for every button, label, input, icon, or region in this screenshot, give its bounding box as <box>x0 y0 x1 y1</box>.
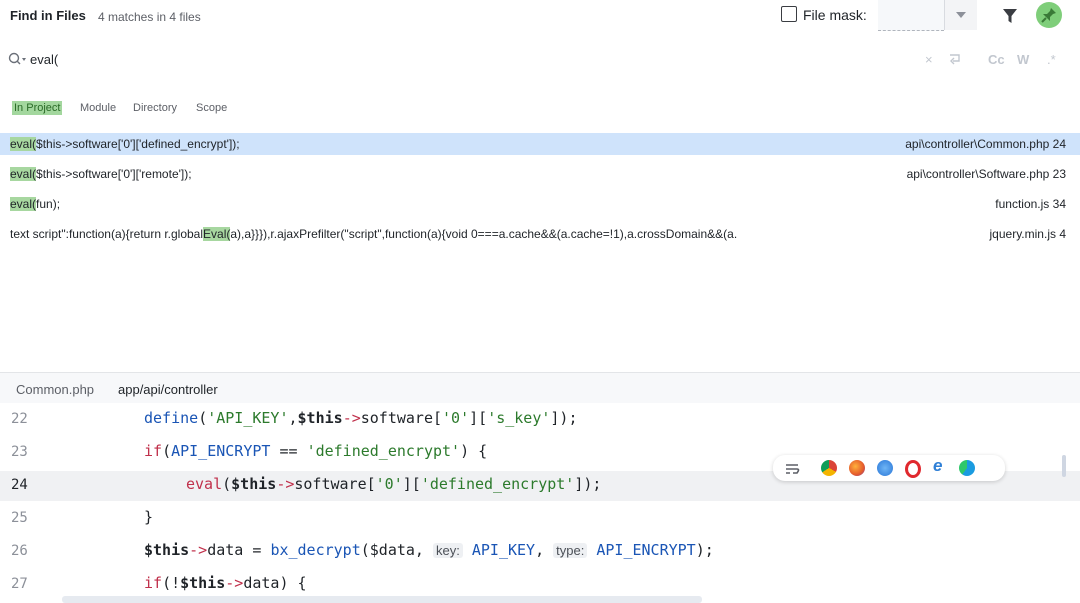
safari-icon[interactable] <box>877 460 893 476</box>
result-code: eval(fun); <box>10 197 60 211</box>
preview-file-path: app/api/controller <box>118 382 218 397</box>
result-code: eval($this->software['0']['defined_encry… <box>10 137 240 151</box>
ie-icon[interactable]: e <box>933 456 949 475</box>
line-number: 25 <box>11 510 28 526</box>
result-text: text script":function(a){return r.global <box>10 227 204 241</box>
vertical-scrollbar[interactable] <box>1062 455 1066 477</box>
scope-label: Directory <box>133 102 178 114</box>
result-location: api\controller\Software.php 23 <box>906 167 1066 181</box>
pin-icon <box>1041 8 1056 23</box>
scope-scope[interactable]: Scope <box>194 101 229 115</box>
search-input[interactable]: eval( <box>30 52 58 67</box>
browser-preview-toolbar: e <box>773 455 1005 481</box>
scope-module[interactable]: Module <box>78 101 118 115</box>
file-mask-checkbox[interactable] <box>781 6 797 22</box>
result-row[interactable]: eval($this->software['0']['defined_encry… <box>0 133 1080 155</box>
line-code: define('API_KEY',$this->software['0']['s… <box>144 409 578 427</box>
find-in-files-header: Find in Files 4 matches in 4 files File … <box>0 0 1080 32</box>
result-location: function.js 34 <box>995 197 1066 211</box>
firefox-icon[interactable] <box>849 460 865 476</box>
clear-icon[interactable]: × <box>925 52 933 67</box>
wrap-icon[interactable] <box>948 52 962 69</box>
code-line: 25 } <box>0 504 1080 534</box>
line-number: 24 <box>11 477 28 493</box>
result-row[interactable]: eval(fun); function.js 34 <box>0 193 1080 215</box>
whole-words-toggle[interactable]: W <box>1017 52 1029 67</box>
file-mask-input[interactable] <box>878 0 944 31</box>
line-number: 23 <box>11 444 28 460</box>
result-location: jquery.min.js 4 <box>987 227 1066 241</box>
scope-label: In Project <box>14 102 61 114</box>
result-code: text script":function(a){return r.global… <box>10 227 737 241</box>
match-highlight: eval( <box>10 137 37 151</box>
line-number: 27 <box>11 576 28 592</box>
scope-label: Module <box>80 102 117 114</box>
result-location: api\controller\Common.php 24 <box>905 137 1066 151</box>
horizontal-scrollbar[interactable] <box>62 596 702 603</box>
line-number: 22 <box>11 411 28 427</box>
code-line: 22 define('API_KEY',$this->software['0']… <box>0 405 1080 435</box>
file-mask-label[interactable]: File mask: <box>803 7 867 23</box>
pin-button[interactable] <box>1036 2 1062 28</box>
line-code: eval($this->software['0']['defined_encry… <box>186 475 602 493</box>
match-count: 4 matches in 4 files <box>98 10 201 24</box>
result-text: $this->software['0']['remote']); <box>36 167 192 181</box>
line-code: if(API_ENCRYPT == 'defined_encrypt') { <box>144 442 488 460</box>
result-text: fun); <box>36 197 61 211</box>
line-code: if(!$this->data) { <box>144 574 307 592</box>
scope-label: Scope <box>196 102 228 114</box>
dialog-title: Find in Files <box>10 8 86 23</box>
result-code: eval($this->software['0']['remote']); <box>10 167 192 181</box>
chevron-down-icon <box>956 12 966 18</box>
param-hint: type: <box>553 543 588 558</box>
line-code: $this->data = bx_decrypt($data, key: API… <box>144 541 714 559</box>
wrap-icon[interactable] <box>785 462 801 474</box>
file-mask-dropdown[interactable] <box>944 0 977 30</box>
result-row[interactable]: eval($this->software['0']['remote']); ap… <box>0 163 1080 185</box>
edge-icon[interactable] <box>959 460 975 476</box>
code-preview-editor[interactable]: 22 define('API_KEY',$this->software['0']… <box>0 403 1080 603</box>
regex-toggle[interactable]: .* <box>1047 52 1056 67</box>
result-text: $this->software['0']['defined_encrypt'])… <box>36 137 240 151</box>
result-text: a),a}}}),r.ajaxPrefilter("script",functi… <box>230 227 738 241</box>
match-case-toggle[interactable]: Cc <box>988 52 1005 67</box>
filter-icon[interactable] <box>1001 7 1019 25</box>
opera-icon[interactable] <box>905 460 921 478</box>
match-highlight: Eval( <box>203 227 231 241</box>
code-line: 26 $this->data = bx_decrypt($data, key: … <box>0 537 1080 567</box>
preview-header: Common.php app/api/controller <box>0 372 1080 404</box>
chrome-icon[interactable] <box>821 460 837 476</box>
preview-file-name: Common.php <box>16 382 95 397</box>
line-number: 26 <box>11 543 28 559</box>
result-row[interactable]: text script":function(a){return r.global… <box>0 223 1080 245</box>
match-highlight: eval( <box>10 197 37 211</box>
line-code: } <box>144 508 154 526</box>
scope-directory[interactable]: Directory <box>131 101 179 115</box>
scope-in-project[interactable]: In Project <box>12 101 63 115</box>
param-hint: key: <box>433 543 463 558</box>
match-highlight: eval( <box>10 167 37 181</box>
search-icon[interactable] <box>8 52 28 71</box>
